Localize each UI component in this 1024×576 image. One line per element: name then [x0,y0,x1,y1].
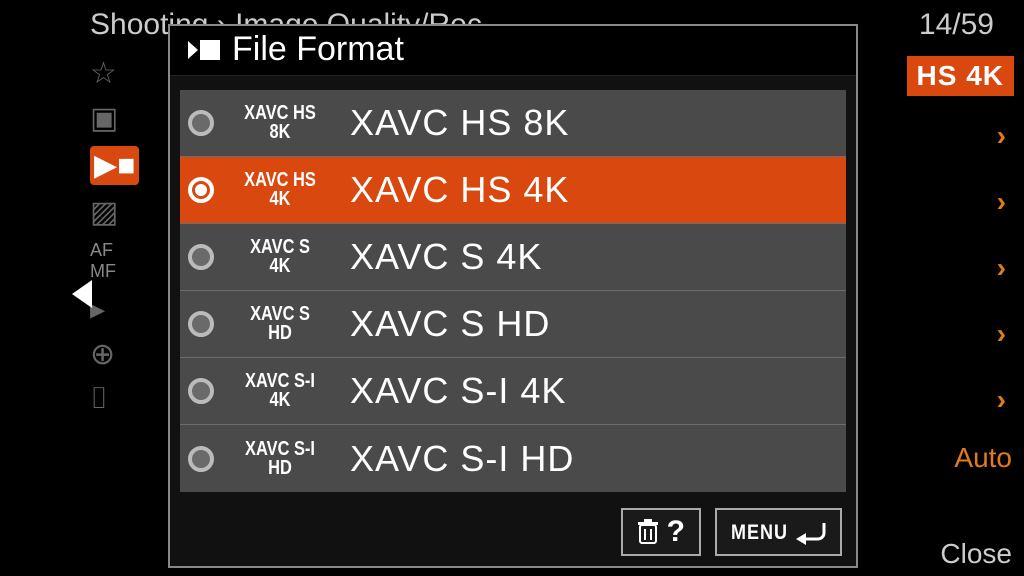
page-counter: 14/59 [919,8,994,42]
chevron-right-icon: › [997,318,1006,350]
format-icon: XAVC S-IHD [237,440,322,478]
chevron-right-icon: › [997,186,1006,218]
chevron-right-icon: › [997,120,1006,152]
chevron-right-icon: › [997,252,1006,284]
format-icon-line2: HD [237,324,322,343]
exposure-icon: ▨ [90,195,139,230]
af-mf-icon: AFMF [90,240,139,282]
format-icon-line2: 4K [237,257,322,276]
close-label: Close [940,538,1012,570]
radio-icon [188,446,214,472]
current-format-badge: HS 4K [907,56,1014,96]
radio-icon [188,177,214,203]
chevron-right-icon: › [997,384,1006,416]
file-format-dialog: File Format XAVC HS8K XAVC HS 8K XAVC HS4K… [168,24,858,568]
format-icon-line2: 8K [237,123,322,142]
format-icon: XAVC S-I4K [237,372,322,410]
radio-icon [188,244,214,270]
dialog-footer: ? MENU [170,508,856,566]
option-label: XAVC S-I 4K [350,370,566,412]
trash-icon [637,519,659,545]
format-icon: XAVC SHD [237,305,322,343]
radio-icon [188,378,214,404]
option-label: XAVC HS 4K [350,169,569,211]
side-category-icons: ☆ ▣ ▶■ ▨ AFMF ▸ ⊕ ⌷ [90,56,139,416]
option-label: XAVC HS 8K [350,102,569,144]
format-icon: XAVC HS8K [237,104,322,142]
option-row[interactable]: XAVC HS4K XAVC HS 4K [180,157,846,224]
option-row[interactable]: XAVC S4K XAVC S 4K [180,224,846,291]
right-chevrons: › › › › › [997,120,1006,416]
menu-label: MENU [731,519,788,544]
format-icon-line2: HD [237,459,322,478]
return-icon [796,519,826,545]
options-list: XAVC HS8KXAVC HS 8KXAVC HS4KXAVC HS 4KXA… [180,90,846,492]
auto-value: Auto [954,442,1012,474]
radio-icon [188,110,214,136]
menu-back-button[interactable]: MENU [715,508,842,556]
network-icon: ⊕ [90,337,139,372]
help-button[interactable]: ? [621,508,701,556]
star-icon: ☆ [90,56,139,91]
dialog-title: File Format [232,30,404,69]
dialog-header: File Format [170,26,856,76]
playback-icon: ▸ [90,292,139,327]
option-label: XAVC S HD [350,303,550,345]
option-row[interactable]: XAVC SHD XAVC S HD [180,291,846,358]
format-icon: XAVC S4K [237,238,322,276]
format-icon-line2: 4K [237,190,322,209]
option-row[interactable]: XAVC S-I4K XAVC S-I 4K [180,358,846,425]
video-mode-icon: ▶■ [90,146,139,185]
option-label: XAVC S 4K [350,236,542,278]
option-row[interactable]: XAVC HS8K XAVC HS 8K [180,90,846,157]
format-icon: XAVC HS4K [237,171,322,209]
option-label: XAVC S-I HD [350,438,574,480]
radio-icon [188,311,214,337]
toolbox-icon: ⌷ [90,382,139,416]
help-label: ? [667,515,685,549]
option-row[interactable]: XAVC S-IHD XAVC S-I HD [180,425,846,492]
video-mode-icon [186,37,222,63]
camera-icon: ▣ [90,101,139,136]
format-icon-line2: 4K [237,391,322,410]
back-triangle-icon [72,280,92,308]
